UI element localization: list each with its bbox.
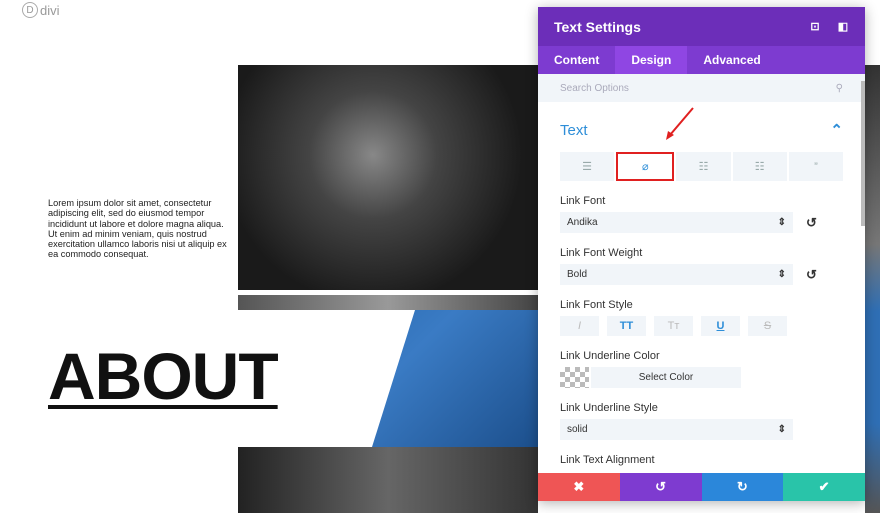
divi-logo: Ddivi [22,2,60,18]
tab-advanced[interactable]: Advanced [687,46,776,74]
link-font-label: Link Font [560,195,606,207]
italic-button[interactable]: I [560,316,599,336]
link-font-weight-label: Link Font Weight [560,247,643,259]
link-underline-style-label: Link Underline Style [560,402,658,414]
link-font-value: Andika [567,217,598,228]
uppercase-button[interactable]: TT [607,316,646,336]
redo-icon: ↻ [736,479,748,494]
link-underline-color-label: Link Underline Color [560,350,660,362]
blue-image-section [372,310,538,447]
color-swatch[interactable] [560,367,589,388]
background-image-right [865,65,880,513]
unordered-list-icon[interactable]: ☷ [676,152,731,181]
link-underline-style-value: solid [567,424,588,435]
paragraph-align-icon[interactable]: ☰ [560,152,615,181]
reset-icon[interactable]: ↺ [806,215,817,231]
link-font-style-label: Link Font Style [560,299,633,311]
undo-button[interactable]: ↺ [619,473,702,501]
strikethrough-button[interactable]: S [748,316,787,336]
redo-button[interactable]: ↻ [701,473,784,501]
panel-tabs: Content Design Advanced [538,46,865,74]
chevron-up-icon: ⌃ [830,122,843,139]
tab-content[interactable]: Content [538,46,615,74]
hero-image [238,65,538,290]
link-icon[interactable]: ⌀ [616,152,675,181]
link-font-weight-value: Bold [567,269,588,280]
annotation-arrow [666,107,694,140]
search-placeholder: Search Options [560,82,629,94]
section-text-toggle[interactable]: Text ⌃ [560,120,843,140]
panel-header: Text Settings ⊡ ◧ [538,7,865,46]
undo-icon: ↺ [655,479,667,494]
close-icon: ✖ [573,479,585,494]
quote-icon[interactable]: ” [788,152,844,181]
check-icon: ✔ [818,479,830,494]
logo-text: divi [40,2,60,18]
expand-icon[interactable]: ⊡ [809,21,821,33]
sidebar-layout-icon[interactable]: ◧ [837,21,849,33]
reset-icon[interactable]: ↺ [806,267,817,283]
select-arrows-icon: ⇕ [777,424,786,435]
link-text-alignment-label: Link Text Alignment [560,454,655,466]
search-icon: ⚲ [835,82,843,94]
smallcaps-button[interactable]: Tт [654,316,693,336]
logo-mark: D [22,2,38,18]
cancel-button[interactable]: ✖ [538,473,620,501]
tab-design[interactable]: Design [615,46,688,74]
select-arrows-icon: ⇕ [777,217,786,228]
search-options-input[interactable]: Search Options ⚲ [538,74,865,102]
link-underline-style-select[interactable]: solid ⇕ [560,419,793,440]
link-font-weight-select[interactable]: Bold ⇕ [560,264,793,285]
save-button[interactable]: ✔ [783,473,865,501]
body-text: Lorem ipsum dolor sit amet, consectetur … [48,198,227,260]
text-settings-panel: Text Settings ⊡ ◧ Content Design Advance… [538,7,865,501]
bottom-image [238,447,538,513]
about-heading: ABOUT [48,339,279,413]
underline-button[interactable]: U [701,316,740,336]
panel-title: Text Settings [554,18,641,35]
image-strip [238,295,538,310]
text-subtabs: ☰ ⌀ ☷ ☷ ” [560,152,844,181]
link-font-select[interactable]: Andika ⇕ [560,212,793,233]
panel-footer: ✖ ↺ ↻ ✔ [538,473,865,501]
select-arrows-icon: ⇕ [777,269,786,280]
select-color-button[interactable]: Select Color [591,367,741,388]
ordered-list-icon[interactable]: ☷ [732,152,787,181]
